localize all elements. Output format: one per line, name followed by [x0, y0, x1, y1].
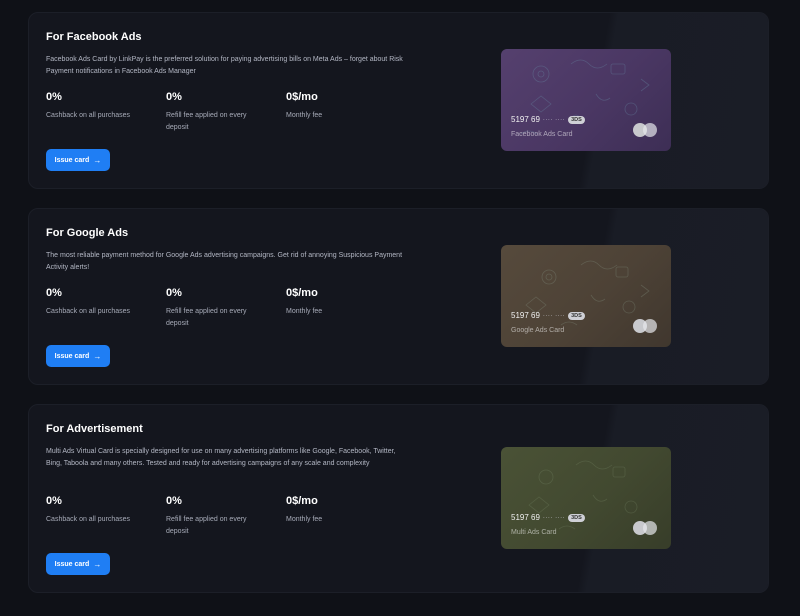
- 3ds-badge: 3DS: [568, 513, 585, 522]
- cashback-label: Cashback on all purchases: [46, 112, 131, 119]
- card-offer-google: For Google Ads The most reliable payment…: [28, 208, 769, 385]
- section-description: Multi Ads Virtual Card is specially desi…: [46, 448, 396, 467]
- cashback-label: Cashback on all purchases: [46, 516, 131, 523]
- section-title: For Advertisement: [46, 423, 143, 435]
- card-name: Facebook Ads Card: [511, 131, 573, 138]
- card-name: Google Ads Card: [511, 327, 565, 334]
- cashback-value: 0%: [46, 287, 62, 299]
- cashback-value: 0%: [46, 91, 62, 103]
- monthly-fee-value: 0$/mo: [286, 91, 318, 103]
- 3ds-badge: 3DS: [568, 311, 585, 320]
- issue-card-label: Issue card: [54, 352, 90, 360]
- cashback-label: Cashback on all purchases: [46, 308, 131, 315]
- refill-fee-label: Refill fee applied on every deposit: [166, 516, 247, 535]
- mastercard-circles-icon: [633, 123, 659, 137]
- card-offer-facebook: For Facebook Ads Facebook Ads Card by Li…: [28, 12, 769, 189]
- refill-fee-label: Refill fee applied on every deposit: [166, 112, 247, 131]
- card-offer-advertisement: For Advertisement Multi Ads Virtual Card…: [28, 404, 769, 593]
- issue-card-button[interactable]: Issue card →: [46, 345, 110, 367]
- 3ds-badge: 3DS: [568, 115, 585, 124]
- section-description: The most reliable payment method for Goo…: [46, 252, 403, 271]
- arrow-right-icon: →: [93, 559, 102, 569]
- monthly-fee-value: 0$/mo: [286, 495, 318, 507]
- monthly-fee-label: Monthly fee: [286, 308, 323, 315]
- section-description: Facebook Ads Card by LinkPay is the pref…: [46, 56, 403, 75]
- card-name: Multi Ads Card: [511, 529, 557, 536]
- issue-card-label: Issue card: [54, 156, 90, 164]
- multi-ads-card-image: 5197 69 ···· ···· 3DS Multi Ads Card: [501, 447, 671, 549]
- section-title: For Google Ads: [46, 227, 129, 239]
- mastercard-circles-icon: [633, 319, 659, 333]
- refill-fee-value: 0%: [166, 287, 182, 299]
- refill-fee-value: 0%: [166, 495, 182, 507]
- issue-card-button[interactable]: Issue card →: [46, 553, 110, 575]
- section-title: For Facebook Ads: [46, 31, 142, 43]
- monthly-fee-value: 0$/mo: [286, 287, 318, 299]
- monthly-fee-label: Monthly fee: [286, 112, 323, 119]
- arrow-right-icon: →: [93, 351, 102, 361]
- cashback-value: 0%: [46, 495, 62, 507]
- issue-card-button[interactable]: Issue card →: [46, 149, 110, 171]
- monthly-fee-label: Monthly fee: [286, 516, 323, 523]
- google-ads-card-image: 5197 69 ···· ···· 3DS Google Ads Card: [501, 245, 671, 347]
- card-number: 5197 69 ···· ···· 3DS: [511, 115, 585, 124]
- mastercard-circles-icon: [633, 521, 659, 535]
- refill-fee-label: Refill fee applied on every deposit: [166, 308, 247, 327]
- card-number: 5197 69 ···· ···· 3DS: [511, 513, 585, 522]
- facebook-ads-card-image: 5197 69 ···· ···· 3DS Facebook Ads Card: [501, 49, 671, 151]
- issue-card-label: Issue card: [54, 560, 90, 568]
- arrow-right-icon: →: [93, 155, 102, 165]
- card-number: 5197 69 ···· ···· 3DS: [511, 311, 585, 320]
- refill-fee-value: 0%: [166, 91, 182, 103]
